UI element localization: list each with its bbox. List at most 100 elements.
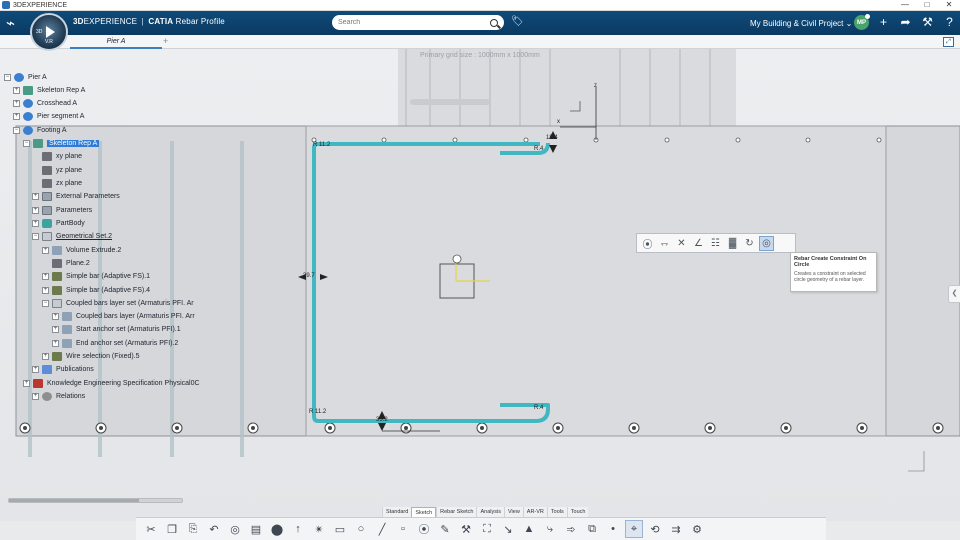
tab-view[interactable]: View [503,507,523,517]
tree-node[interactable]: + Relations [32,390,85,402]
close-button[interactable]: ✕ [938,0,960,10]
tree-node[interactable]: + PartBody [32,217,85,229]
maximize-button[interactable]: □ [916,0,938,10]
rebar-circle-constraint-icon[interactable]: ◎ [759,235,774,251]
tree-node[interactable]: − Coupled bars layer set (Armaturis PFI.… [42,297,194,309]
cross-icon[interactable]: ✕ [674,236,689,251]
tab-sketch[interactable]: Sketch [411,507,437,517]
tree-node[interactable]: + Pier segment A [13,110,84,122]
expand-icon[interactable]: + [52,325,59,333]
tab-standard[interactable]: Standard [382,507,412,517]
expand-icon[interactable]: ⤢ [943,37,954,47]
tab-ar-vr[interactable]: AR-VR [522,507,547,517]
rebar-align-icon[interactable]: ⥐ [657,236,672,251]
expand-icon[interactable]: + [42,286,49,294]
tree-node[interactable]: − Footing A [13,124,67,136]
expand-icon[interactable]: + [52,339,59,347]
expand-icon[interactable]: + [42,272,49,280]
dimension-label-left[interactable]: 39.7 [303,273,315,279]
tab-pier-a[interactable]: Pier A [70,35,162,49]
tab-analysis[interactable]: Analysis [476,507,504,517]
share-icon[interactable]: ➦ [898,15,913,30]
tools-icon[interactable]: ⚒ [920,15,935,30]
radius-label-bottom-left[interactable]: R 11.2 [309,409,326,415]
expand-icon[interactable]: + [52,312,59,320]
tag-icon[interactable]: 🏷 [511,16,524,27]
settings-icon[interactable]: ⚙ [688,520,706,538]
paste-icon[interactable]: ⎘ [184,520,202,538]
mirror-icon[interactable]: ⧉ [583,520,601,538]
constraint-icon[interactable]: ⌖ [625,520,643,538]
render-icon[interactable]: ⬤ [268,520,286,538]
expand-icon[interactable]: + [23,379,30,387]
expand-icon[interactable]: + [32,219,39,227]
construction-icon[interactable]: • [604,520,622,538]
tree-node[interactable]: + Wire selection (Fixed).5 [42,350,140,362]
tree-node[interactable]: yz plane [42,164,82,176]
auto-constraint-icon[interactable]: ⟲ [646,520,664,538]
rebar-bend-icon[interactable]: ▓ [725,236,740,251]
line-icon[interactable]: ╱ [373,520,391,538]
collapse-icon[interactable]: − [42,299,49,307]
avatar[interactable]: MP [854,14,870,30]
side-panel-handle[interactable]: ❮ [948,285,960,303]
search-bar[interactable] [332,15,504,30]
animate-icon[interactable]: ⇉ [667,520,685,538]
workspace-selector[interactable]: My Building & Civil Project ⌄ [750,19,852,28]
tab-rebar-sketch[interactable]: Rebar Sketch [436,507,477,517]
tree-node[interactable]: + Coupled bars layer (Armaturis PFI. Arr [52,310,195,322]
dimension-label-top[interactable]: 18.4 [546,135,558,141]
tree-node-root[interactable]: − Pier A [4,71,47,83]
expand-icon[interactable]: + [32,206,39,214]
collapse-icon[interactable]: − [13,126,20,134]
project-icon[interactable]: ➾ [562,520,580,538]
constraint-icon[interactable]: ⦿ [640,236,655,251]
undo-icon[interactable]: ↶ [205,520,223,538]
expand-icon[interactable]: + [13,99,20,107]
tree-node[interactable]: + Simple bar (Adaptive FS).1 [42,270,150,282]
relimit-icon[interactable]: ⚒ [457,520,475,538]
expand-icon[interactable]: + [32,392,39,400]
rectangle-icon[interactable]: ▭ [331,520,349,538]
chamfer-icon[interactable]: ↘ [499,520,517,538]
search-input[interactable] [338,19,486,26]
export-icon[interactable]: ↑ [289,520,307,538]
tree-scrollbar[interactable] [8,498,183,503]
tree-node[interactable]: − Geometrical Set.2 [32,230,112,242]
tree-node[interactable]: xy plane [42,150,82,162]
point-icon[interactable]: ▫ [394,520,412,538]
help-icon[interactable]: ? [942,15,957,30]
trim-icon[interactable]: ▲ [520,520,538,538]
tree-node[interactable]: + Simple bar (Adaptive FS).4 [42,284,150,296]
tree-node[interactable]: + Publications [32,363,94,375]
tab-touch[interactable]: Touch [566,507,589,517]
circle-icon[interactable]: ○ [352,520,370,538]
expand-icon[interactable]: + [42,352,49,360]
tree-node[interactable]: Plane.2 [52,257,90,269]
tree-node[interactable]: + Crosshead A [13,97,77,109]
expand-icon[interactable]: + [13,112,20,120]
radius-label-bottom-right[interactable]: R.4 [534,405,543,411]
cut-icon[interactable]: ✂ [142,520,160,538]
add-tab-button[interactable]: + [163,36,168,46]
offset-icon[interactable]: ⤷ [541,520,559,538]
tree-node[interactable]: + Parameters [32,204,92,216]
tree-node[interactable]: + Volume Extrude.2 [42,244,121,256]
profile-icon[interactable]: ✴ [310,520,328,538]
zoom-icon[interactable]: ◎ [226,520,244,538]
rebar-copy-icon[interactable]: ☷ [708,236,723,251]
slot-icon[interactable]: ⦿ [415,520,433,538]
radius-label-top-left[interactable]: R 11.2 [313,142,330,148]
dimension-label-bottom[interactable]: 33.2 [376,417,388,423]
corner-icon[interactable]: ⛶ [478,520,496,538]
plus-icon[interactable]: + [876,15,891,30]
tree-node[interactable]: zx plane [42,177,82,189]
collapse-icon[interactable]: − [32,232,39,240]
collapse-icon[interactable]: − [23,139,30,147]
rebar-rotate-icon[interactable]: ↻ [742,236,757,251]
scroll-thumb[interactable] [9,499,139,502]
spline-icon[interactable]: ✎ [436,520,454,538]
ds-logo-icon[interactable]: ⌁ [6,14,15,32]
tab-tools[interactable]: Tools [546,507,567,517]
radius-label-top-right[interactable]: R.4 [534,146,543,152]
